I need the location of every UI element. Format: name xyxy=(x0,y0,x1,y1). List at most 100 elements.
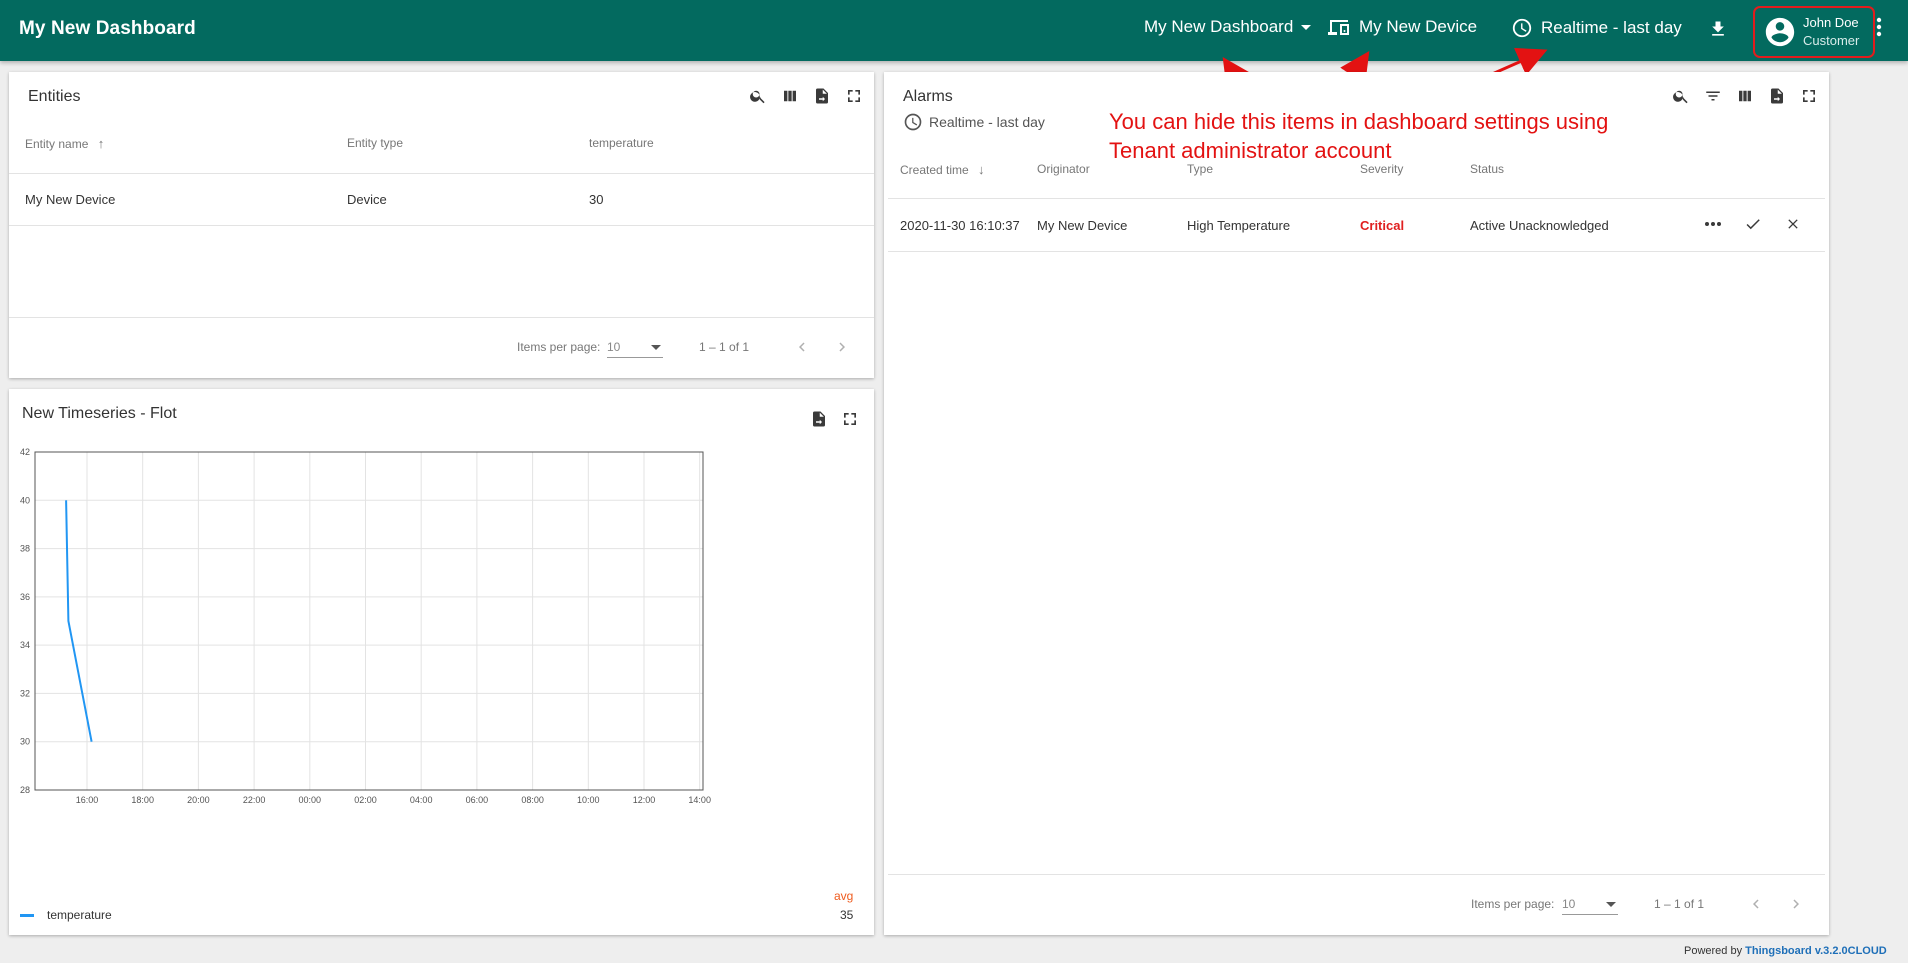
filter-button[interactable] xyxy=(1702,85,1724,107)
search-icon xyxy=(1673,90,1688,104)
acknowledge-button[interactable] xyxy=(1742,213,1764,235)
view-column-icon xyxy=(784,90,796,102)
alarms-timewindow[interactable]: Realtime - last day xyxy=(903,112,1045,132)
previous-page-button[interactable] xyxy=(1746,894,1766,914)
items-per-page-label: Items per page: xyxy=(517,340,601,354)
column-header-originator[interactable]: Originator xyxy=(1037,162,1090,176)
x-tick-label: 02:00 xyxy=(354,795,377,805)
page-size-value: 10 xyxy=(1562,897,1576,911)
next-page-button[interactable] xyxy=(832,337,852,357)
column-header-entity-name[interactable]: Entity name ↑ xyxy=(25,136,104,151)
series-line-temperature xyxy=(65,500,93,742)
chevron-right-icon xyxy=(1793,899,1799,909)
more-vert-icon[interactable] xyxy=(1875,16,1883,38)
plot-border xyxy=(34,451,704,791)
cell-temperature: 30 xyxy=(589,192,604,207)
chevron-left-icon xyxy=(799,342,805,352)
clock-icon xyxy=(904,113,922,131)
chevron-left-icon xyxy=(1753,899,1759,909)
timewindow-button[interactable]: Realtime - last day xyxy=(1511,17,1682,39)
y-tick-label: 36 xyxy=(20,592,30,602)
search-button[interactable] xyxy=(1670,85,1692,107)
x-tick-label: 14:00 xyxy=(688,795,711,805)
column-header-temperature[interactable]: temperature xyxy=(589,136,654,150)
footer-divider xyxy=(9,317,874,318)
x-tick-label: 18:00 xyxy=(131,795,154,805)
clear-alarm-button[interactable] xyxy=(1782,213,1804,235)
column-header-entity-type[interactable]: Entity type xyxy=(347,136,403,150)
chevron-right-icon xyxy=(839,342,845,352)
page-size-select[interactable]: 10 xyxy=(607,338,663,358)
arrow-down-icon: ↓ xyxy=(978,162,985,177)
columns-button[interactable] xyxy=(1734,85,1756,107)
fullscreen-icon xyxy=(848,90,860,102)
annotation-line-2: Tenant administrator account xyxy=(1109,138,1392,163)
clock-icon xyxy=(1512,18,1532,38)
account-circle-icon xyxy=(1765,17,1795,47)
user-role: Customer xyxy=(1803,33,1860,48)
previous-page-button[interactable] xyxy=(792,337,812,357)
file-export-icon xyxy=(816,88,828,104)
check-icon xyxy=(1746,219,1760,230)
legend-swatch xyxy=(20,914,34,917)
y-tick-label: 34 xyxy=(20,640,30,650)
download-icon xyxy=(1712,21,1724,36)
header-divider xyxy=(9,173,874,174)
x-tick-label: 06:00 xyxy=(466,795,489,805)
entities-widget: Entities Entity name ↑ Entity type tempe… xyxy=(9,72,874,378)
plot-frame xyxy=(34,451,704,791)
x-tick-label: 04:00 xyxy=(410,795,433,805)
user-menu-button[interactable]: John Doe Customer xyxy=(1753,6,1875,58)
entity-alias-label: My New Device xyxy=(1359,17,1478,36)
alarms-widget: Alarms Realtime - last day Created time … xyxy=(884,72,1829,935)
top-toolbar: My New Dashboard My New Dashboard My New… xyxy=(0,0,1908,61)
annotation-line-1: You can hide this items in dashboard set… xyxy=(1109,109,1609,134)
caret-down-icon xyxy=(651,345,661,350)
dashboard-title: My New Dashboard xyxy=(19,18,196,39)
timeseries-chart: 28 30 32 34 36 38 40 42 16:00 18:00 20:00 22:00 00:0… xyxy=(20,447,711,805)
fullscreen-button[interactable] xyxy=(1798,85,1820,107)
view-column-icon xyxy=(1739,90,1751,102)
annotation-text: You can hide this items in dashboard set… xyxy=(1109,107,1608,165)
page-range: 1 – 1 of 1 xyxy=(1654,897,1705,911)
legend-avg-value: 35 xyxy=(840,908,854,922)
search-button[interactable] xyxy=(747,85,769,107)
filter-list-icon xyxy=(1706,91,1720,101)
export-button[interactable] xyxy=(1766,85,1788,107)
alarm-details-button[interactable] xyxy=(1702,213,1724,235)
y-tick-label: 32 xyxy=(20,688,30,698)
header-divider xyxy=(888,198,1825,199)
items-per-page-label: Items per page: xyxy=(1471,897,1555,911)
x-tick-label: 10:00 xyxy=(577,795,600,805)
alarms-title: Alarms xyxy=(903,88,953,105)
footer-divider xyxy=(888,874,1825,875)
close-icon xyxy=(1788,219,1798,229)
cell-entity-name: My New Device xyxy=(25,192,116,207)
cell-type: High Temperature xyxy=(1187,218,1291,233)
y-tick-label: 28 xyxy=(20,785,30,795)
user-name: John Doe xyxy=(1803,15,1859,30)
fullscreen-icon xyxy=(1803,90,1815,102)
alarms-timewindow-label: Realtime - last day xyxy=(929,114,1045,130)
download-button[interactable] xyxy=(1708,18,1728,40)
y-tick-label: 38 xyxy=(20,544,30,554)
thingsboard-link[interactable]: Thingsboard v.3.2.0CLOUD xyxy=(1745,945,1887,957)
fullscreen-button[interactable] xyxy=(843,85,865,107)
columns-button[interactable] xyxy=(779,85,801,107)
timewindow-label: Realtime - last day xyxy=(1541,18,1682,37)
timeseries-widget: New Timeseries - Flot 28 30 32 34 36 38 40 42 16… xyxy=(9,389,874,935)
column-header-created-time[interactable]: Created time ↓ xyxy=(900,162,985,177)
page-size-select[interactable]: 10 xyxy=(1562,895,1618,915)
page-range: 1 – 1 of 1 xyxy=(699,340,750,354)
x-tick-label: 08:00 xyxy=(521,795,544,805)
cell-originator: My New Device xyxy=(1037,218,1128,233)
file-export-icon xyxy=(1771,88,1783,104)
y-tick-label: 40 xyxy=(20,495,30,505)
caret-down-icon xyxy=(1301,25,1312,30)
dashboard-select[interactable]: My New Dashboard xyxy=(1144,17,1312,37)
export-button[interactable] xyxy=(811,85,833,107)
y-tick-label: 42 xyxy=(20,447,30,457)
entity-alias-select[interactable]: My New Device xyxy=(1327,17,1477,37)
x-tick-label: 20:00 xyxy=(187,795,210,805)
next-page-button[interactable] xyxy=(1786,894,1806,914)
